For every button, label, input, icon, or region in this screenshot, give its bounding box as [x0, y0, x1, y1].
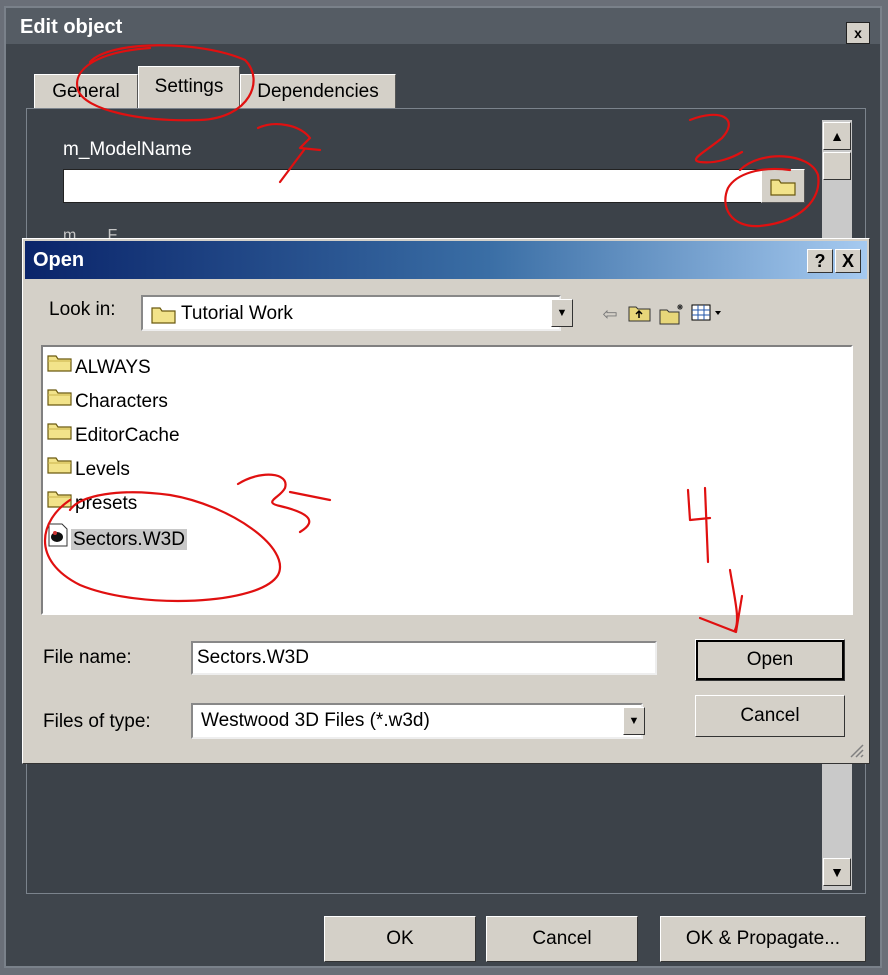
browse-button[interactable] — [761, 169, 805, 203]
folder-icon — [47, 353, 73, 383]
look-in-combobox[interactable]: Tutorial Work — [141, 295, 561, 331]
look-in-value: Tutorial Work — [181, 303, 293, 324]
edit-object-titlebar: Edit object x — [6, 8, 880, 44]
folder-icon — [47, 455, 73, 485]
file-name-text: ALWAYS — [75, 357, 151, 379]
folder-icon — [770, 179, 796, 196]
open-dialog-titlebar: Open ? X — [25, 241, 867, 279]
folder-list-item[interactable]: EditorCache — [47, 421, 180, 451]
file-list[interactable]: ALWAYS Characters EditorCache Levels presets… — [41, 345, 853, 615]
w3d-file-icon — [47, 523, 69, 557]
folder-icon — [47, 387, 73, 417]
files-of-type-label: Files of type: — [43, 711, 151, 732]
folder-list-item[interactable]: Levels — [47, 455, 130, 485]
model-name-label: m_ModelName — [63, 139, 192, 160]
folder-icon — [47, 421, 73, 451]
close-button[interactable]: x — [846, 22, 870, 44]
file-name-text: EditorCache — [75, 425, 180, 447]
open-file-dialog: Open ? X Look in: Tutorial Work ▼ ⇦ ALWA… — [22, 238, 870, 764]
model-name-input[interactable] — [63, 169, 763, 203]
open-folder-icon — [151, 307, 176, 324]
dialog-close-button[interactable]: X — [835, 249, 861, 273]
new-folder-icon[interactable] — [659, 303, 685, 325]
dialog-title: Open — [33, 249, 85, 271]
ok-propagate-button[interactable]: OK & Propagate... — [660, 916, 866, 962]
folder-list-item[interactable]: presets — [47, 489, 137, 519]
scroll-down-button[interactable]: ▼ — [823, 858, 851, 886]
window-title: Edit object — [20, 16, 123, 38]
file-name-text: Sectors.W3D — [71, 529, 187, 551]
file-name-input[interactable]: Sectors.W3D — [191, 641, 657, 675]
tab-dependencies[interactable]: Dependencies — [240, 74, 396, 108]
folder-list-item[interactable]: ALWAYS — [47, 353, 151, 383]
look-in-label: Look in: — [49, 299, 116, 320]
files-of-type-combobox[interactable]: Westwood 3D Files (*.w3d) — [191, 703, 643, 739]
file-list-item[interactable]: Sectors.W3D — [47, 523, 187, 553]
views-menu-icon[interactable] — [691, 303, 731, 325]
cancel-button[interactable]: Cancel — [486, 916, 638, 962]
open-button[interactable]: Open — [695, 639, 845, 681]
ok-button[interactable]: OK — [324, 916, 476, 962]
folder-list-item[interactable]: Characters — [47, 387, 168, 417]
scroll-up-button[interactable]: ▲ — [823, 122, 851, 150]
file-name-text: presets — [75, 493, 138, 515]
files-of-type-dropdown-button[interactable]: ▼ — [623, 707, 645, 735]
resize-grip-icon[interactable] — [845, 739, 865, 759]
folder-icon — [47, 489, 73, 519]
up-folder-icon[interactable] — [627, 303, 653, 325]
tab-settings[interactable]: Settings — [138, 66, 240, 110]
look-in-dropdown-button[interactable]: ▼ — [551, 299, 573, 327]
file-name-text: Characters — [75, 391, 168, 413]
dialog-cancel-button[interactable]: Cancel — [695, 695, 845, 737]
help-button[interactable]: ? — [807, 249, 833, 273]
scrollbar-thumb[interactable] — [823, 152, 851, 180]
back-arrow-icon[interactable]: ⇦ — [597, 303, 623, 325]
file-name-text: Levels — [75, 459, 130, 481]
file-name-label: File name: — [43, 647, 132, 668]
tab-general[interactable]: General — [34, 74, 138, 108]
